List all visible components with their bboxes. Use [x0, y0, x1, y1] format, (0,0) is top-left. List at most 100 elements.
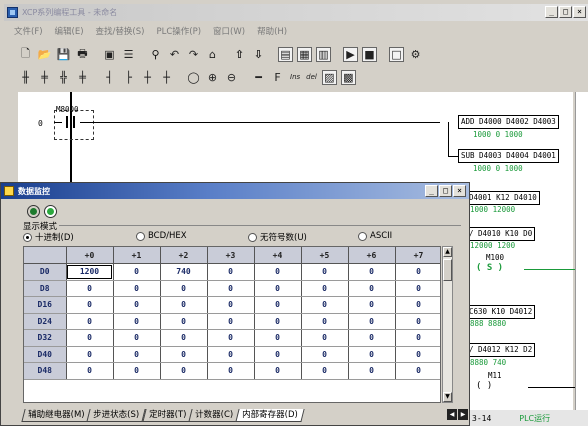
- add-instruction[interactable]: ADD D4000 D4002 D4003: [458, 115, 559, 129]
- register-cell[interactable]: 0: [66, 362, 114, 380]
- rising-edge-icon[interactable]: ┤: [102, 70, 117, 85]
- hline-icon[interactable]: ━: [251, 70, 266, 85]
- radio-unsigned[interactable]: 无符号数(U): [248, 231, 307, 243]
- monitor-minimize-button[interactable]: _: [425, 185, 438, 197]
- set-coil[interactable]: ( S ): [476, 263, 503, 273]
- register-cell[interactable]: 0: [348, 329, 396, 347]
- scroll-down-icon[interactable]: ▼: [443, 392, 452, 402]
- parallel-open-icon[interactable]: ╬: [56, 70, 71, 85]
- register-cell[interactable]: 0: [207, 329, 255, 347]
- open-contact-icon[interactable]: ╫: [18, 70, 33, 85]
- register-cell[interactable]: 0: [254, 280, 302, 297]
- register-cell[interactable]: 0: [395, 263, 440, 281]
- monitor-data-icon[interactable]: ▦: [297, 46, 312, 62]
- monitor-titlebar[interactable]: 数据监控 _ □ ×: [1, 183, 469, 199]
- register-cell[interactable]: 0: [301, 296, 349, 314]
- tab-aux-relay[interactable]: 辅助继电器(M): [21, 409, 92, 422]
- monitor-table-icon[interactable]: ▥: [316, 46, 331, 62]
- register-cell[interactable]: 0: [160, 346, 208, 363]
- register-cell[interactable]: 0: [395, 280, 440, 297]
- register-cell[interactable]: 0: [66, 346, 114, 363]
- window-icon[interactable]: □: [389, 46, 404, 62]
- list-view-icon[interactable]: ☰: [121, 47, 136, 62]
- register-cell[interactable]: 0: [254, 362, 302, 380]
- register-cell[interactable]: 0: [66, 280, 114, 297]
- register-cell[interactable]: 0: [395, 346, 440, 363]
- register-cell[interactable]: 0: [207, 263, 255, 281]
- menu-edit[interactable]: 编辑(E): [55, 25, 84, 37]
- div-instruction-1[interactable]: / D4010 K10 D0: [466, 227, 536, 241]
- maximize-button[interactable]: □: [559, 6, 572, 18]
- open-folder-icon[interactable]: 📂: [37, 47, 52, 62]
- register-cell[interactable]: 0: [207, 346, 255, 363]
- start-monitor-icon[interactable]: [44, 205, 57, 218]
- main-titlebar[interactable]: XCP系列编程工具 - 未命名 _ □ ×: [4, 4, 588, 21]
- register-cell[interactable]: 0: [301, 362, 349, 380]
- insert-button[interactable]: Ins: [289, 70, 301, 85]
- radio-bcd-hex[interactable]: BCD/HEX: [136, 231, 187, 241]
- register-cell[interactable]: 0: [160, 296, 208, 314]
- tab-internal-register[interactable]: 内部寄存器(D): [235, 409, 305, 422]
- div-instruction-2[interactable]: / D4012 K12 D2: [466, 343, 536, 357]
- menu-find-replace[interactable]: 查找/替换(S): [96, 25, 145, 37]
- set-coil-icon[interactable]: ⊕: [205, 70, 220, 85]
- register-cell[interactable]: 0: [395, 296, 440, 314]
- stop-monitor-icon[interactable]: [27, 205, 40, 218]
- register-cell[interactable]: 0: [66, 313, 114, 330]
- print-icon[interactable]: 🖶: [75, 47, 90, 62]
- register-cell[interactable]: 0: [301, 263, 349, 281]
- ruler-icon[interactable]: ⌂: [205, 47, 220, 62]
- menu-help[interactable]: 帮助(H): [257, 25, 287, 37]
- settings-icon[interactable]: ⚙: [408, 47, 423, 62]
- radio-ascii[interactable]: ASCII: [358, 231, 392, 241]
- register-cell[interactable]: 740: [160, 263, 208, 281]
- register-cell[interactable]: 0: [254, 263, 302, 281]
- register-cell[interactable]: 0: [160, 329, 208, 347]
- register-cell[interactable]: 0: [66, 329, 114, 347]
- right-scroll-strip[interactable]: [575, 92, 588, 426]
- register-cell[interactable]: 0: [207, 313, 255, 330]
- save-icon[interactable]: 💾: [56, 47, 71, 62]
- reset-coil-icon[interactable]: ⊖: [224, 70, 239, 85]
- menu-plc[interactable]: PLC操作(P): [156, 25, 201, 37]
- find-icon[interactable]: ⚲: [148, 47, 163, 62]
- falling-parallel-icon[interactable]: ┼: [159, 70, 174, 85]
- register-cell[interactable]: 0: [113, 280, 161, 297]
- register-cell[interactable]: 0: [348, 280, 396, 297]
- rising-parallel-icon[interactable]: ┼: [140, 70, 155, 85]
- register-cell[interactable]: 0: [113, 313, 161, 330]
- tab-prev-icon[interactable]: ◀: [447, 409, 457, 420]
- closed-contact-icon[interactable]: ╪: [37, 70, 52, 85]
- monitor-close-button[interactable]: ×: [453, 185, 466, 197]
- register-cell[interactable]: 0: [348, 263, 396, 281]
- comment-icon[interactable]: ▨: [321, 69, 337, 85]
- cmp-instruction[interactable]: C630 K10 D4012: [466, 305, 536, 319]
- register-cell[interactable]: 0: [301, 329, 349, 347]
- scroll-up-icon[interactable]: ▲: [443, 247, 452, 257]
- register-cell[interactable]: 0: [254, 296, 302, 314]
- register-cell[interactable]: 0: [113, 296, 161, 314]
- open-contact[interactable]: [62, 116, 80, 128]
- register-cell[interactable]: 0: [207, 362, 255, 380]
- undo-icon[interactable]: ↶: [167, 47, 182, 62]
- register-cell[interactable]: 1200: [66, 263, 114, 281]
- minimize-button[interactable]: _: [545, 6, 558, 18]
- register-cell[interactable]: 0: [348, 296, 396, 314]
- stop-icon[interactable]: ■: [362, 46, 377, 62]
- monitor-maximize-button[interactable]: □: [439, 185, 452, 197]
- radio-decimal[interactable]: 十进制(D): [23, 231, 74, 243]
- register-cell[interactable]: 0: [207, 296, 255, 314]
- mul-instruction[interactable]: D4001 K12 D4010: [466, 191, 540, 205]
- falling-edge-icon[interactable]: ├: [121, 70, 136, 85]
- register-cell[interactable]: 0: [254, 329, 302, 347]
- register-cell[interactable]: 0: [254, 346, 302, 363]
- grid-vertical-scrollbar[interactable]: ▲ ▼: [442, 246, 453, 403]
- tab-step-state[interactable]: 步进状态(S): [86, 409, 147, 422]
- register-cell[interactable]: 0: [301, 346, 349, 363]
- register-cell[interactable]: 0: [113, 329, 161, 347]
- redo-icon[interactable]: ↷: [186, 47, 201, 62]
- register-cell[interactable]: 0: [348, 346, 396, 363]
- tab-next-icon[interactable]: ▶: [458, 409, 468, 420]
- monitor-ladder-icon[interactable]: ▤: [278, 46, 293, 62]
- register-cell[interactable]: 0: [160, 280, 208, 297]
